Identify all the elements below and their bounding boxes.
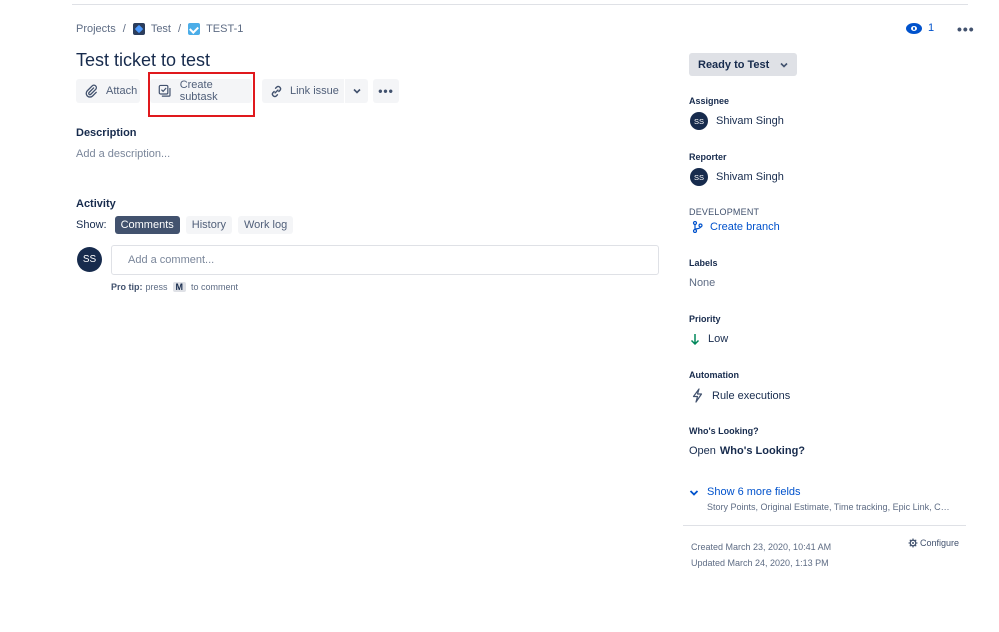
- configure-label: Configure: [920, 538, 960, 548]
- lightning-icon: [692, 388, 703, 403]
- sidebar-divider: [683, 525, 966, 526]
- status-label: Ready to Test: [698, 58, 770, 71]
- link-issue-label: Link issue: [290, 85, 339, 97]
- configure-button[interactable]: Configure: [908, 538, 959, 548]
- create-branch-label: Create branch: [710, 221, 780, 233]
- link-issue-button[interactable]: Link issue: [262, 79, 344, 103]
- priority-value: Low: [708, 333, 729, 345]
- description-placeholder[interactable]: Add a description...: [76, 148, 170, 160]
- gear-icon: [908, 538, 918, 548]
- chevron-down-icon: [689, 490, 699, 496]
- created-date: Created March 23, 2020, 10:41 AM: [691, 542, 832, 552]
- show-more-fields[interactable]: Show 6 more fields Story Points, Origina…: [689, 486, 953, 512]
- activity-filter: Show: Comments History Work log: [76, 216, 294, 234]
- pro-tip-tail: to comment: [191, 282, 239, 292]
- create-branch-link[interactable]: Create branch: [692, 221, 780, 233]
- reporter-field[interactable]: SS Shivam Singh: [690, 168, 784, 186]
- labels-heading: Labels: [689, 258, 718, 268]
- chevron-down-icon: [780, 62, 788, 68]
- attach-label: Attach: [106, 85, 138, 97]
- tab-history[interactable]: History: [185, 216, 232, 234]
- assignee-field[interactable]: SS Shivam Singh: [690, 112, 784, 130]
- more-fields-list: Story Points, Original Estimate, Time tr…: [707, 502, 953, 512]
- pro-tip-lead: Pro tip:: [111, 282, 143, 292]
- automation-heading: Automation: [689, 370, 739, 380]
- reporter-heading: Reporter: [689, 152, 727, 162]
- priority-field[interactable]: Low: [690, 333, 728, 345]
- avatar: SS: [690, 112, 708, 130]
- pro-tip-press: press: [145, 282, 168, 292]
- more-actions-button[interactable]: •••: [957, 21, 975, 37]
- branch-icon: [692, 221, 703, 233]
- shortcut-key: M: [172, 282, 187, 292]
- breadcrumb-issue-key[interactable]: TEST-1: [206, 23, 243, 35]
- paperclip-icon: [85, 84, 97, 98]
- breadcrumb: Projects / Test / TEST-1: [76, 22, 243, 36]
- arrow-down-icon: [690, 334, 700, 345]
- issue-title[interactable]: Test ticket to test: [76, 50, 210, 71]
- project-icon: [132, 23, 145, 35]
- chevron-down-icon: [352, 88, 361, 94]
- avatar: SS: [690, 168, 708, 186]
- tab-work-log[interactable]: Work log: [238, 216, 294, 234]
- attach-button[interactable]: Attach: [76, 79, 140, 103]
- rule-executions-label: Rule executions: [712, 389, 791, 402]
- status-dropdown[interactable]: Ready to Test: [689, 53, 797, 76]
- link-icon: [271, 85, 282, 97]
- show-more-label: Show 6 more fields: [707, 486, 801, 498]
- watch-count: 1: [928, 22, 935, 34]
- whos-looking-field[interactable]: Open Who's Looking?: [689, 445, 805, 457]
- avatar: SS: [77, 247, 102, 272]
- updated-date: Updated March 24, 2020, 1:13 PM: [691, 558, 829, 568]
- highlight-box: [148, 72, 255, 117]
- breadcrumb-projects[interactable]: Projects: [76, 23, 116, 35]
- issue-dates: Created March 23, 2020, 10:41 AM Updated…: [691, 539, 831, 571]
- task-type-icon: [188, 23, 201, 35]
- activity-heading: Activity: [76, 198, 116, 210]
- breadcrumb-project[interactable]: Test: [151, 23, 171, 35]
- rule-executions-field[interactable]: Rule executions: [692, 388, 790, 403]
- breadcrumb-separator: /: [122, 23, 126, 35]
- breadcrumb-separator: /: [178, 23, 182, 35]
- link-issue-dropdown[interactable]: [345, 79, 368, 103]
- assignee-name: Shivam Singh: [716, 115, 784, 127]
- whos-looking-value: Who's Looking?: [719, 445, 806, 457]
- whos-looking-heading: Who's Looking?: [689, 426, 759, 436]
- toolbar-more-button[interactable]: •••: [373, 79, 399, 103]
- tab-comments[interactable]: Comments: [114, 216, 180, 234]
- development-heading: DEVELOPMENT: [689, 207, 760, 217]
- show-label: Show:: [76, 219, 107, 231]
- comment-input[interactable]: Add a comment...: [111, 245, 659, 275]
- priority-heading: Priority: [689, 314, 721, 324]
- pro-tip: Pro tip: press M to comment: [111, 282, 238, 292]
- eye-icon: [906, 22, 922, 34]
- watch-button[interactable]: 1: [906, 22, 934, 34]
- whos-looking-prefix: Open: [689, 445, 716, 457]
- assignee-heading: Assignee: [689, 96, 730, 106]
- top-divider: [72, 4, 968, 5]
- description-heading: Description: [76, 127, 137, 139]
- labels-value[interactable]: None: [689, 277, 715, 289]
- reporter-name: Shivam Singh: [716, 171, 784, 183]
